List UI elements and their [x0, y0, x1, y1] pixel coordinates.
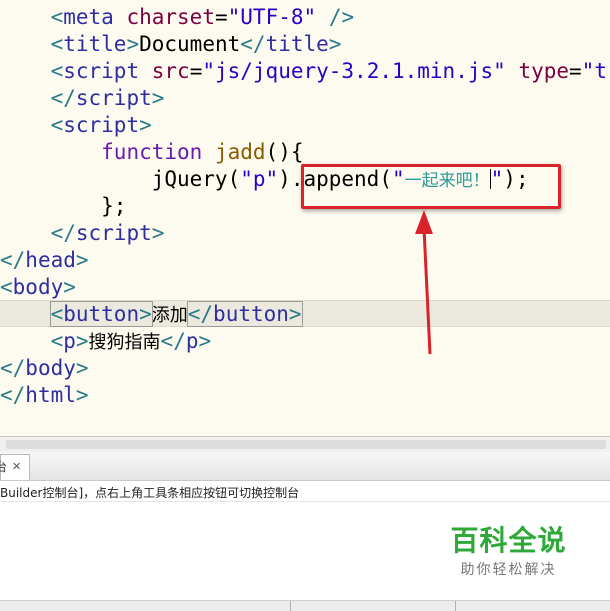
watermark-title: 百科全说 — [450, 524, 567, 557]
code-line-1: <meta charset="UTF-8" /> — [50, 5, 355, 29]
code-line-5: <script> — [50, 113, 152, 137]
close-icon[interactable]: ✕ — [12, 455, 21, 479]
code-line-2: <title>Document</title> — [50, 32, 342, 56]
console-tab-label: 台 — [0, 460, 8, 474]
tab-console[interactable]: 台 ✕ — [0, 454, 30, 480]
code-line-6: function jadd(){ — [101, 140, 304, 164]
code-line-14: </body> — [0, 356, 89, 380]
divider — [0, 501, 610, 502]
code-editor[interactable]: <meta charset="UTF-8" /> <title>Document… — [0, 0, 610, 436]
code-line-15: </html> — [0, 383, 89, 407]
watermark-logo: 百科全说 助你轻松解决 — [432, 511, 585, 586]
watermark-subtitle: 助你轻松解决 — [460, 562, 557, 578]
horizontal-scrollbar[interactable] — [0, 436, 610, 453]
code-line-4: </script> — [50, 86, 165, 110]
code-line-9: </script> — [50, 221, 165, 245]
code-line-11: <body> — [0, 275, 76, 299]
status-bar — [0, 600, 610, 611]
code-line-3: <script src="js/jquery-3.2.1.min.js" typ… — [50, 59, 607, 83]
annotation-highlight-box — [301, 164, 561, 209]
code-line-12-current: <button>添加</button> — [0, 300, 610, 327]
code-line-10: </head> — [0, 248, 89, 272]
console-panel-header: 台 ✕ — [0, 452, 610, 481]
scrollbar-thumb[interactable] — [6, 440, 606, 449]
console-message: Builder控制台]，点右上角工具条相应按钮可切换控制台 — [0, 486, 300, 500]
code-line-13: <p>搜狗指南</p> — [50, 329, 212, 353]
